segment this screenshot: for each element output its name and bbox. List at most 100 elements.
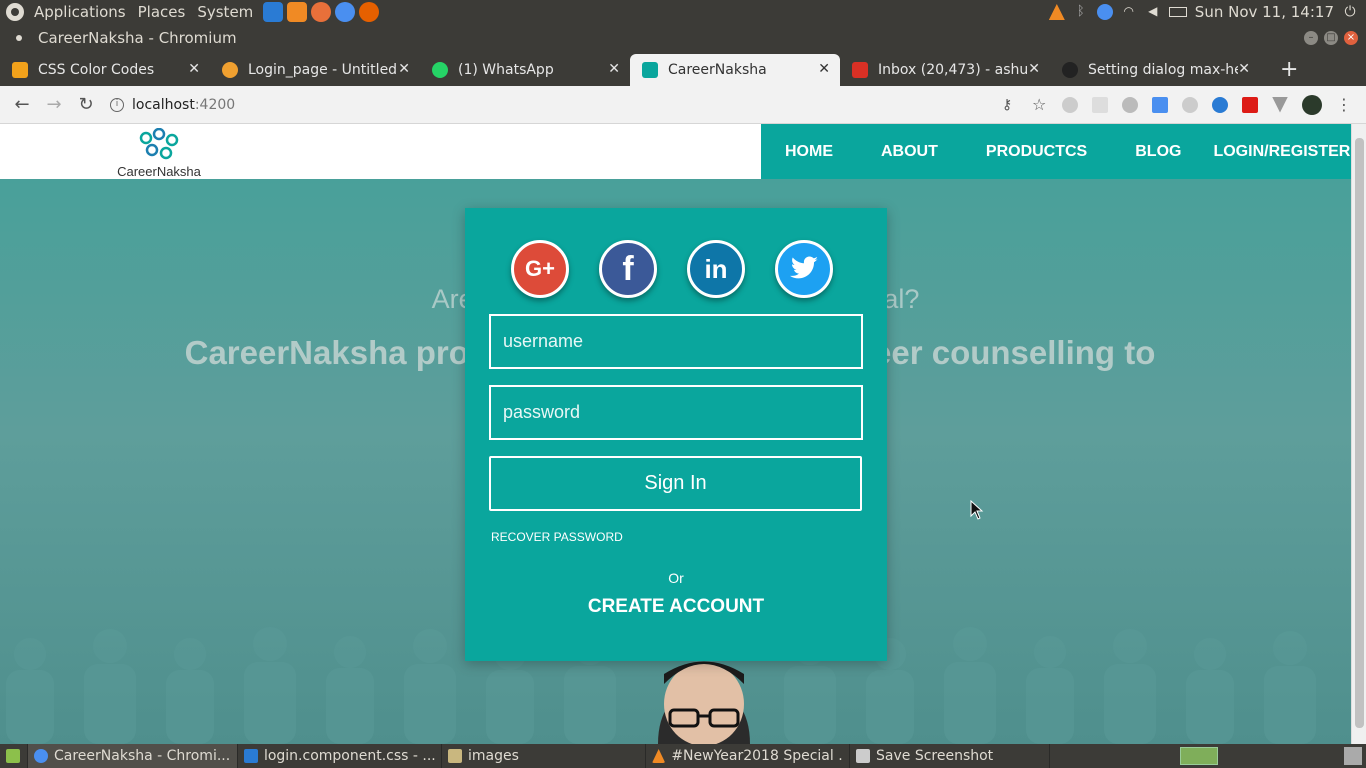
linkedin-login-button[interactable]: in bbox=[687, 240, 745, 298]
chromium-icon bbox=[34, 749, 48, 763]
taskbar-item-label: #NewYear2018 Special ... bbox=[671, 748, 843, 764]
extension-icon[interactable] bbox=[1212, 96, 1228, 113]
camera-icon bbox=[856, 749, 870, 763]
tab-label: (1) WhatsApp bbox=[458, 62, 554, 78]
careernaksha-logo-icon bbox=[139, 127, 179, 160]
scrollbar-thumb[interactable] bbox=[1355, 138, 1364, 728]
power-icon[interactable]: ⏻ bbox=[1342, 4, 1358, 20]
facebook-login-button[interactable]: f bbox=[599, 240, 657, 298]
extension-icon[interactable] bbox=[1182, 96, 1198, 113]
tab-strip: CSS Color Codes ✕ Login_page - Untitled … bbox=[0, 52, 1366, 86]
system-top-panel: Applications Places System ᛒ ◠ ◀ Sun Nov… bbox=[0, 0, 1366, 24]
tab-css-color-codes[interactable]: CSS Color Codes ✕ bbox=[0, 54, 210, 86]
sublime-launcher-icon[interactable] bbox=[287, 2, 308, 22]
angular-icon[interactable] bbox=[1242, 96, 1258, 113]
tab-close-icon[interactable]: ✕ bbox=[608, 61, 620, 77]
postman-launcher-icon[interactable] bbox=[311, 2, 332, 22]
taskbar-item-images[interactable]: images bbox=[442, 744, 646, 768]
minimize-button[interactable]: – bbox=[1304, 31, 1318, 45]
site-logo[interactable]: CareerNaksha bbox=[104, 127, 214, 179]
username-field[interactable] bbox=[489, 314, 863, 369]
key-icon[interactable]: ⚷ bbox=[1002, 97, 1018, 113]
site-brand-name: CareerNaksha bbox=[117, 164, 201, 179]
bookmark-star-icon[interactable]: ☆ bbox=[1032, 96, 1048, 113]
ubuntu-logo-icon[interactable] bbox=[6, 3, 24, 21]
translate-icon[interactable] bbox=[1152, 96, 1168, 113]
sign-in-button[interactable]: Sign In bbox=[489, 456, 862, 511]
tab-close-icon[interactable]: ✕ bbox=[398, 61, 410, 77]
close-window-button[interactable]: × bbox=[1344, 31, 1358, 45]
tab-login-page[interactable]: Login_page - Untitled ✕ bbox=[210, 54, 420, 86]
clock[interactable]: Sun Nov 11, 14:17 bbox=[1195, 3, 1334, 21]
tab-label: Login_page - Untitled bbox=[248, 62, 398, 78]
tab-favicon-icon bbox=[852, 62, 868, 78]
page-scrollbar[interactable] bbox=[1351, 124, 1366, 744]
tab-close-icon[interactable]: ✕ bbox=[818, 61, 830, 77]
bluetooth-icon[interactable]: ᛒ bbox=[1073, 4, 1089, 20]
tab-close-icon[interactable]: ✕ bbox=[188, 61, 200, 77]
window-controls: – □ × bbox=[1304, 31, 1366, 45]
tab-label: CSS Color Codes bbox=[38, 62, 155, 78]
tab-label: Setting dialog max-he bbox=[1088, 62, 1238, 78]
chromium-launcher-icon[interactable] bbox=[335, 2, 356, 22]
tab-close-icon[interactable]: ✕ bbox=[1238, 61, 1250, 77]
extension-icon[interactable] bbox=[1062, 96, 1078, 113]
page-viewport: CareerNaksha HOME ABOUT PRODUCTCS BLOG L… bbox=[0, 124, 1351, 744]
show-desktop-button[interactable] bbox=[0, 744, 28, 768]
maximize-button[interactable]: □ bbox=[1324, 31, 1338, 45]
chromium-tray-icon[interactable] bbox=[1096, 4, 1113, 20]
firefox-launcher-icon[interactable] bbox=[359, 2, 380, 22]
menu-system[interactable]: System bbox=[191, 0, 259, 24]
tab-label: Inbox (20,473) - ashut bbox=[878, 62, 1028, 78]
tab-setting-dialog[interactable]: Setting dialog max-he ✕ bbox=[1050, 54, 1260, 86]
tab-favicon-icon bbox=[642, 62, 658, 78]
create-account-link[interactable]: CREATE ACCOUNT bbox=[465, 596, 887, 618]
workspace-switcher[interactable] bbox=[1180, 747, 1218, 765]
nav-products[interactable]: PRODUCTCS bbox=[986, 143, 1087, 161]
tab-inbox[interactable]: Inbox (20,473) - ashut ✕ bbox=[840, 54, 1050, 86]
vscode-launcher-icon[interactable] bbox=[263, 2, 284, 22]
menu-applications[interactable]: Applications bbox=[28, 0, 132, 24]
site-info-icon[interactable]: i bbox=[110, 97, 124, 112]
back-icon[interactable]: ← bbox=[6, 94, 38, 115]
tab-label: CareerNaksha bbox=[668, 62, 767, 78]
twitter-login-button[interactable] bbox=[775, 240, 833, 298]
extension-icon[interactable] bbox=[1122, 96, 1138, 113]
extension-icon[interactable] bbox=[1092, 96, 1108, 113]
tab-whatsapp[interactable]: (1) WhatsApp ✕ bbox=[420, 54, 630, 86]
address-bar[interactable]: i localhost:4200 bbox=[110, 97, 235, 113]
new-tab-button[interactable]: + bbox=[1280, 54, 1298, 86]
nav-blog[interactable]: BLOG bbox=[1135, 143, 1181, 161]
volume-icon[interactable]: ◀ bbox=[1145, 4, 1161, 20]
trash-icon[interactable] bbox=[1344, 747, 1362, 765]
forward-icon[interactable]: → bbox=[38, 94, 70, 115]
recover-password-link[interactable]: RECOVER PASSWORD bbox=[491, 530, 623, 544]
menu-places[interactable]: Places bbox=[132, 0, 192, 24]
vlc-icon bbox=[652, 749, 666, 763]
taskbar-item-chromium[interactable]: CareerNaksha - Chromi... bbox=[28, 744, 238, 768]
vue-icon[interactable] bbox=[1272, 96, 1288, 113]
tab-favicon-icon bbox=[12, 62, 28, 78]
address-host: localhost bbox=[132, 96, 195, 113]
wifi-icon[interactable]: ◠ bbox=[1121, 4, 1137, 20]
nav-home[interactable]: HOME bbox=[785, 143, 833, 161]
reload-icon[interactable]: ↻ bbox=[70, 94, 102, 115]
tab-careernaksha[interactable]: CareerNaksha ✕ bbox=[630, 54, 840, 86]
nav-about[interactable]: ABOUT bbox=[881, 143, 938, 161]
system-tray: ᛒ ◠ ◀ Sun Nov 11, 14:17 ⏻ bbox=[1048, 3, 1366, 21]
profile-avatar[interactable] bbox=[1302, 94, 1322, 115]
battery-icon[interactable] bbox=[1168, 7, 1187, 17]
taskbar-item-vlc[interactable]: #NewYear2018 Special ... bbox=[646, 744, 850, 768]
login-card: G+ f in Sign In RECOVER PASSWORD Or CREA… bbox=[465, 208, 887, 661]
vlc-tray-icon[interactable] bbox=[1048, 4, 1065, 20]
window-menu-icon[interactable] bbox=[16, 35, 22, 41]
password-field[interactable] bbox=[489, 385, 863, 440]
menu-kebab-icon[interactable]: ⋮ bbox=[1336, 96, 1352, 113]
taskbar-item-label: CareerNaksha - Chromi... bbox=[54, 748, 231, 764]
taskbar-item-screenshot[interactable]: Save Screenshot bbox=[850, 744, 1050, 768]
person-photo-image bbox=[658, 661, 750, 744]
tab-close-icon[interactable]: ✕ bbox=[1028, 61, 1040, 77]
google-plus-login-button[interactable]: G+ bbox=[511, 240, 569, 298]
taskbar-item-vscode[interactable]: login.component.css - ... bbox=[238, 744, 442, 768]
nav-login-register[interactable]: LOGIN/REGISTER bbox=[1213, 143, 1350, 161]
